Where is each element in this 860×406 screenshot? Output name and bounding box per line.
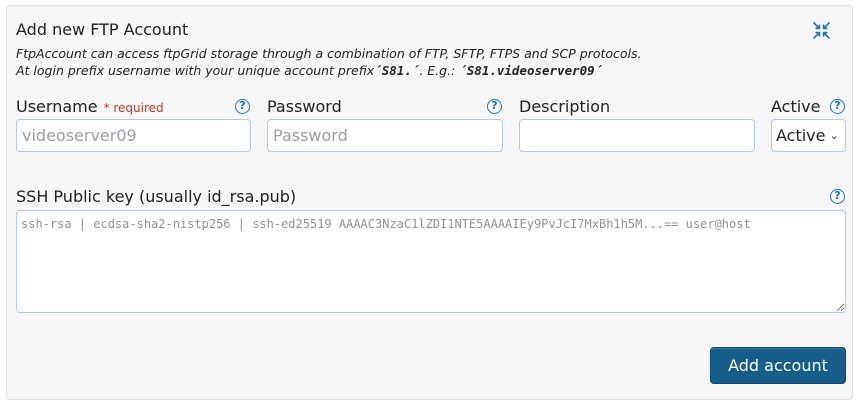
description-input[interactable] xyxy=(519,119,755,152)
form-title: Add new FTP Account xyxy=(16,20,189,39)
ssh-key-label: SSH Public key (usually id_rsa.pub) xyxy=(16,187,297,206)
username-input[interactable] xyxy=(16,119,251,152)
account-prefix-code: ´S81.´ xyxy=(374,63,420,78)
username-help-icon[interactable]: ? xyxy=(235,99,250,114)
username-example-code: ´S81.videoserver09´ xyxy=(459,63,603,78)
password-label: Password xyxy=(267,97,342,116)
chevron-down-icon: ⌄ xyxy=(829,129,839,142)
active-label: Active xyxy=(771,97,821,116)
description-label: Description xyxy=(519,97,611,116)
active-help-icon[interactable]: ? xyxy=(830,99,845,114)
username-label: Username * required xyxy=(16,97,164,116)
collapse-arrows-icon xyxy=(812,21,830,39)
password-input[interactable] xyxy=(267,119,503,152)
form-description-prefix: At login prefix username with your uniqu… xyxy=(16,63,603,78)
required-marker: * required xyxy=(103,101,164,115)
ssh-key-textarea[interactable] xyxy=(16,210,846,313)
form-description-protocols: FtpAccount can access ftpGrid storage th… xyxy=(16,46,642,61)
ssh-key-help-icon[interactable]: ? xyxy=(830,189,845,204)
password-help-icon[interactable]: ? xyxy=(487,99,502,114)
collapse-button[interactable] xyxy=(811,20,831,40)
active-select-value: Active xyxy=(776,126,826,145)
add-account-button[interactable]: Add account xyxy=(710,347,846,384)
ftp-account-form: Add new FTP Account FtpAccount can acces… xyxy=(6,5,853,400)
active-select[interactable]: Active ⌄ xyxy=(771,119,846,152)
